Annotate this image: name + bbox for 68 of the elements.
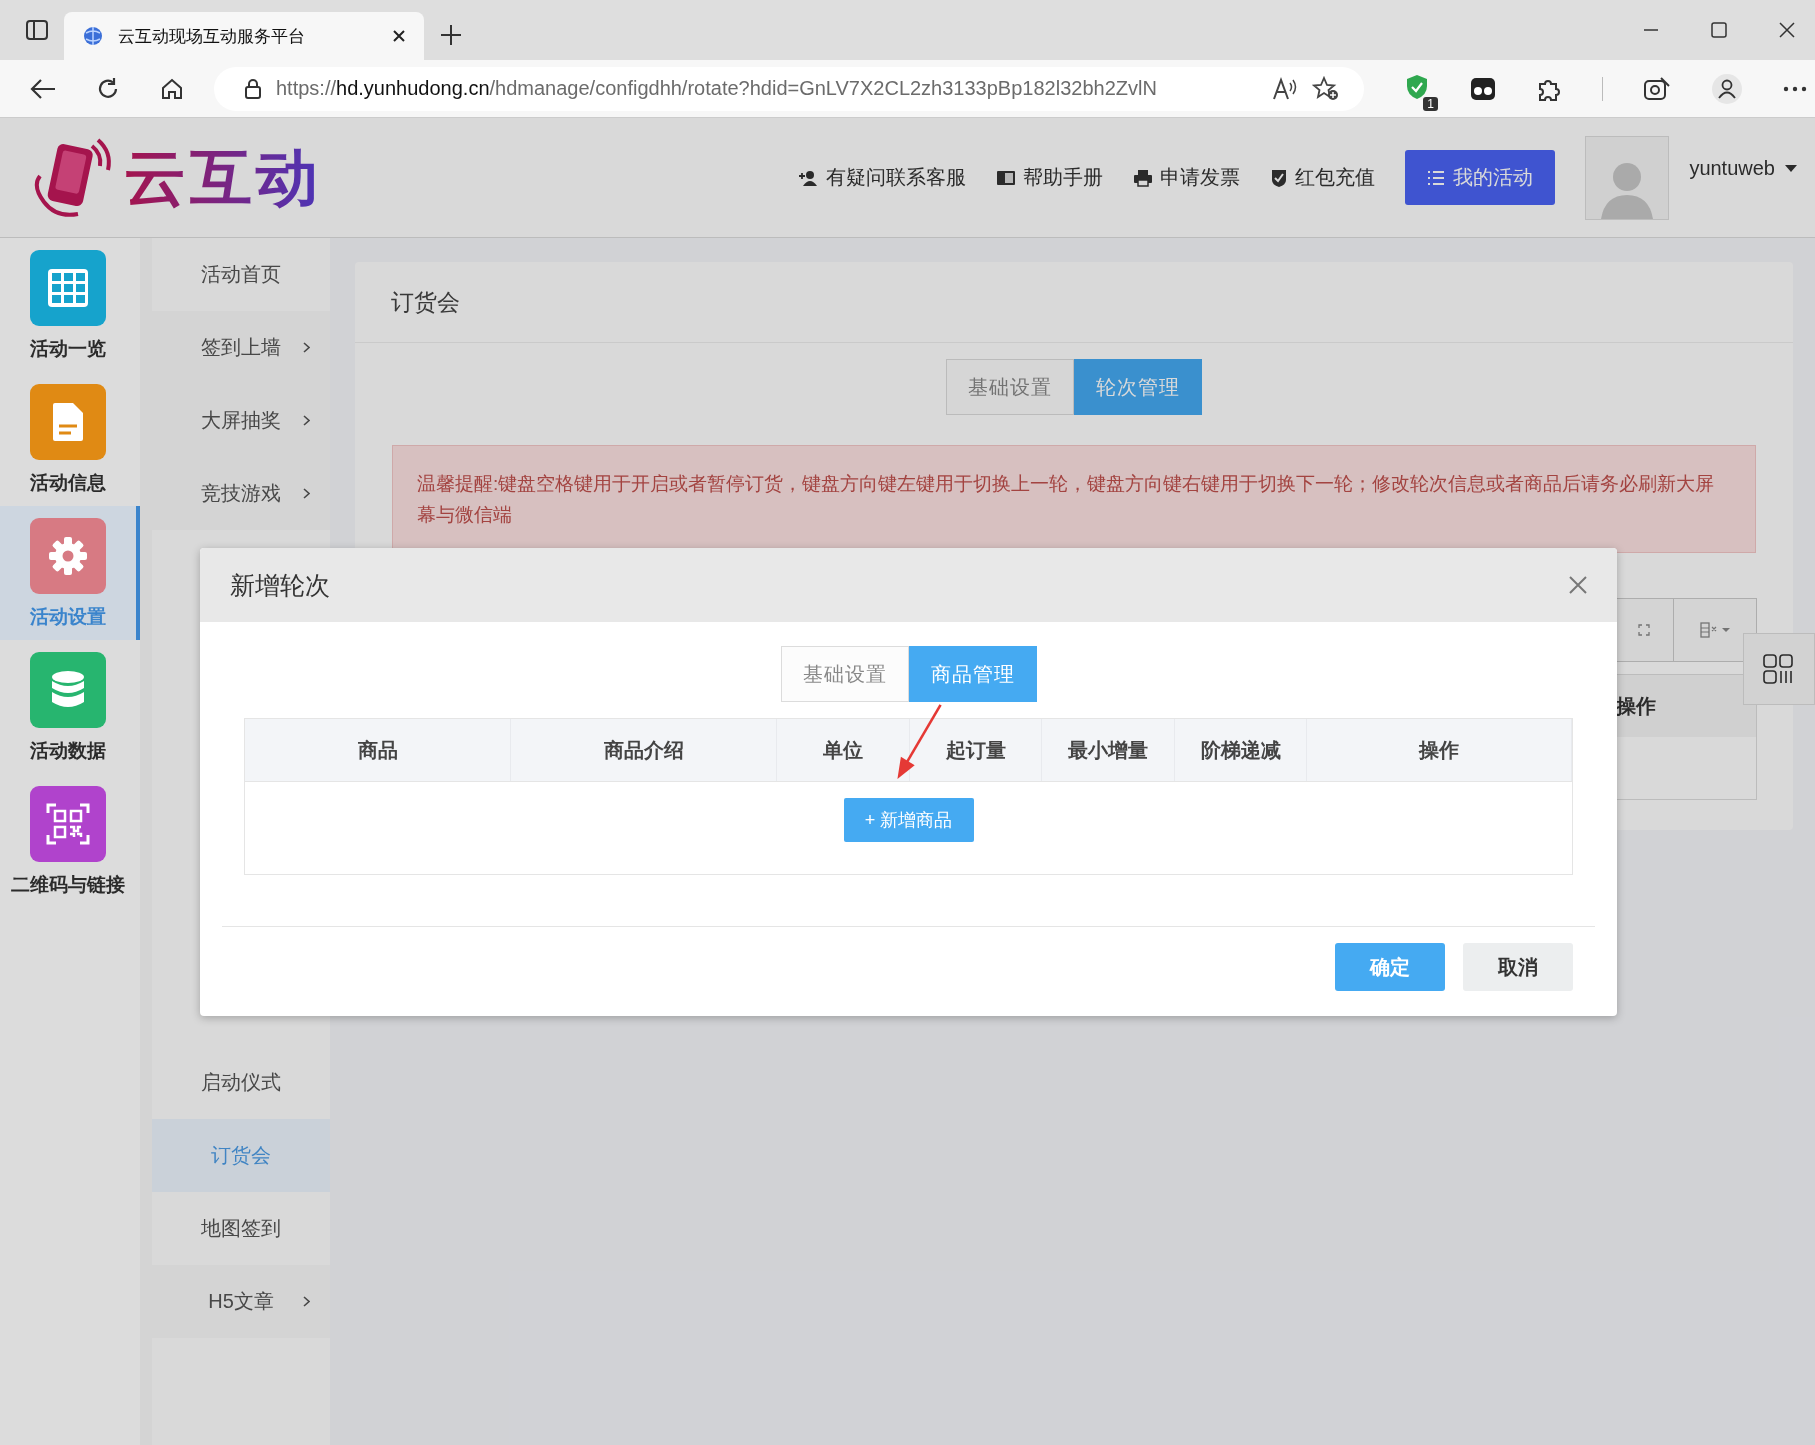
- favorite-star-icon[interactable]: [1312, 75, 1340, 102]
- submenu-item[interactable]: 签到上墙: [152, 311, 330, 384]
- table-header-cell: 最小增量: [1042, 719, 1175, 781]
- tab[interactable]: 基础设置: [780, 646, 909, 702]
- shield-check-icon[interactable]: [1404, 72, 1430, 101]
- list-icon: [1427, 169, 1446, 186]
- close-icon[interactable]: [392, 29, 406, 43]
- submenu-item[interactable]: 地图签到: [152, 1192, 330, 1265]
- screenshot-icon[interactable]: [1643, 75, 1671, 102]
- close-icon[interactable]: [1779, 22, 1795, 38]
- refresh-icon[interactable]: [96, 76, 120, 101]
- read-aloud-icon[interactable]: [1272, 76, 1298, 101]
- cancel-button[interactable]: 取消: [1463, 943, 1573, 991]
- my-activities-button[interactable]: 我的活动: [1405, 150, 1556, 205]
- shield-check-icon: [1270, 167, 1289, 188]
- notice-alert: 温馨提醒:键盘空格键用于开启或者暂停订货，键盘方向键左键用于切换上一轮，键盘方向键右键用于切换下一轮；修改轮次信息或者商品后请务必刷新大屏幕与微信端: [392, 445, 1756, 553]
- layout-toggle-button[interactable]: [1743, 633, 1815, 705]
- grid-icon: [47, 268, 89, 308]
- table-header-cell: 操作: [1307, 719, 1572, 781]
- user-plus-icon: [799, 169, 820, 186]
- document-icon: [52, 402, 84, 442]
- username-dropdown[interactable]: yuntuweb: [1689, 157, 1797, 198]
- address-bar[interactable]: https://hd.yunhudong.cn/hdmanage/configdhh/rotate?hdid=GnLV7X2CL2zh3133pBp182l32bh2ZvlN: [214, 66, 1364, 111]
- panel-title: 订货会: [391, 287, 460, 317]
- more-icon[interactable]: [1783, 85, 1807, 92]
- columns-icon: [1700, 622, 1730, 638]
- nav-link[interactable]: 申请发票: [1133, 164, 1241, 191]
- sidebar-toggle-icon[interactable]: [26, 20, 48, 40]
- url-text: https://hd.yunhudong.cn/hdmanage/configdhh/rotate?hdid=GnLV7X2CL2zh3133pBp182l32bh2ZvlN: [276, 77, 1158, 100]
- extension-badge: 1: [1423, 96, 1438, 111]
- fullscreen-icon: [1637, 624, 1650, 636]
- chevron-right-icon: [303, 488, 310, 499]
- maximize-icon[interactable]: [1711, 22, 1727, 38]
- globe-icon: [82, 25, 104, 47]
- sidebar-item[interactable]: 活动信息: [0, 372, 140, 506]
- sidebar-item[interactable]: 活动一览: [0, 238, 140, 372]
- glasses-icon[interactable]: [1470, 76, 1496, 101]
- submenu-item[interactable]: H5文章: [152, 1265, 330, 1338]
- browser-tab[interactable]: 云互动现场互动服务平台: [64, 12, 424, 60]
- table-header-cell: 商品: [245, 719, 511, 781]
- table-header-cell: 阶梯递减: [1175, 719, 1307, 781]
- profile-icon[interactable]: [1711, 72, 1743, 105]
- chevron-right-icon: [303, 1296, 310, 1307]
- book-icon: [996, 169, 1017, 186]
- submenu-item[interactable]: 大屏抽奖: [152, 384, 330, 457]
- submenu-item[interactable]: 活动首页: [152, 238, 330, 311]
- tab[interactable]: 基础设置: [946, 359, 1074, 415]
- gear-icon: [48, 536, 88, 576]
- home-icon[interactable]: [160, 76, 184, 101]
- back-arrow-icon[interactable]: [30, 77, 56, 100]
- chevron-right-icon: [303, 415, 310, 426]
- lock-icon: [244, 77, 262, 100]
- nav-link[interactable]: 红包充值: [1270, 164, 1376, 191]
- printer-icon: [1133, 168, 1154, 187]
- qr-code-icon: [46, 803, 90, 845]
- caret-icon: [1785, 164, 1797, 173]
- database-icon: [51, 670, 85, 710]
- submenu-item[interactable]: 竞技游戏: [152, 457, 330, 530]
- nav-link[interactable]: 有疑问联系客服: [799, 164, 967, 191]
- chevron-right-icon: [303, 342, 310, 353]
- nav-link[interactable]: 帮助手册: [996, 164, 1104, 191]
- submenu-item[interactable]: 启动仪式: [152, 1046, 330, 1119]
- new-tab-icon[interactable]: [440, 24, 462, 46]
- table-header-cell: 商品介绍: [511, 719, 777, 781]
- dialog-title: 新增轮次: [230, 569, 330, 601]
- sidebar-item[interactable]: 活动数据: [0, 640, 140, 774]
- sidebar-item[interactable]: 二维码与链接: [0, 774, 140, 908]
- grid-list-icon: [1763, 654, 1795, 684]
